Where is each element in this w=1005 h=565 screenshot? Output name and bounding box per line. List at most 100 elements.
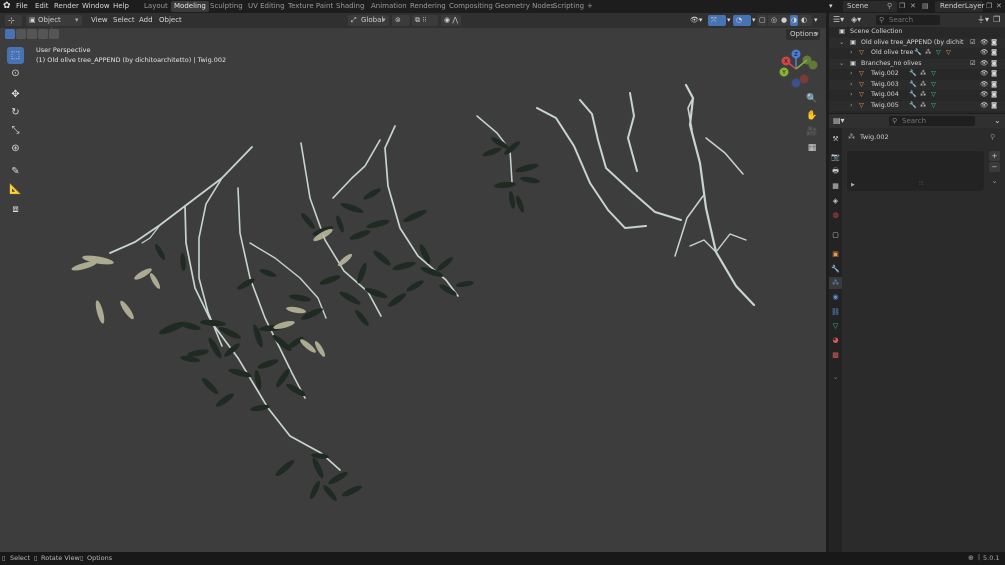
remove-particle-system-button[interactable]: −	[989, 162, 1000, 172]
outliner-row-twig-004[interactable]: › ▽ Twig.004 🔧 ⁂ ▽ 👁 ◙	[829, 90, 1005, 101]
eye-icon[interactable]: 👁	[980, 59, 988, 70]
tab-geometry-nodes[interactable]: Geometry Nodes	[492, 1, 557, 12]
filter-icon[interactable]: ⏚▾	[977, 15, 989, 25]
checkbox-icon[interactable]: ☑	[970, 59, 976, 70]
chevron-down-icon[interactable]: ▾	[727, 15, 731, 26]
material-shading-icon[interactable]: ◑	[790, 15, 799, 26]
editor-type-button[interactable]: ⊹	[5, 15, 22, 26]
delete-scene-icon[interactable]: ✕	[910, 1, 916, 12]
tab-compositing[interactable]: Compositing	[446, 1, 496, 12]
camera-icon[interactable]: ◙	[991, 59, 997, 70]
pivot-point-button[interactable]: ⊚	[392, 15, 410, 26]
view-layer-icon[interactable]: ▤	[922, 1, 929, 12]
chevron-right-icon[interactable]: ›	[850, 69, 853, 80]
texture-tab-icon[interactable]: ▩	[829, 349, 842, 361]
overlay-toggle[interactable]: ◔	[733, 15, 751, 26]
menu-help[interactable]: Help	[113, 1, 129, 12]
menu-edit[interactable]: Edit	[35, 1, 49, 12]
material-tab-icon[interactable]: ◕	[829, 334, 842, 346]
menu-select[interactable]: Select	[113, 15, 135, 26]
camera-icon[interactable]: ◙	[991, 69, 997, 80]
visibility-icon[interactable]: 👁▾	[690, 15, 702, 26]
physics-tab-icon[interactable]: ◉	[829, 291, 842, 303]
output-tab-icon[interactable]: 🖶	[829, 166, 842, 178]
camera-icon[interactable]: ◙	[991, 80, 997, 91]
list-options-button[interactable]: ⌄	[989, 176, 1000, 186]
proportional-editing-toggle[interactable]: ◉ ⋀	[441, 15, 461, 26]
gizmo-toggle[interactable]: ⤧	[708, 15, 726, 26]
eye-icon[interactable]: 👁	[980, 48, 988, 59]
tab-layout[interactable]: Layout	[141, 1, 171, 12]
scene-tab-icon[interactable]: ◈	[829, 195, 842, 207]
wireframe-shading-icon[interactable]: ◎	[771, 15, 777, 26]
camera-icon[interactable]: ◙	[991, 48, 997, 59]
pin-icon[interactable]: ⚲	[990, 133, 995, 141]
chevron-right-icon[interactable]: ›	[850, 48, 853, 59]
modifiers-tab-icon[interactable]: 🔧	[829, 263, 842, 275]
rendered-shading-icon[interactable]: ◐	[801, 15, 807, 26]
camera-icon[interactable]: ◙	[991, 38, 997, 49]
eye-icon[interactable]: 👁	[980, 90, 988, 101]
view-layer-tab-icon[interactable]: ▦	[829, 180, 842, 192]
solid-shading-icon[interactable]: ●	[781, 15, 787, 26]
collection-tab-icon[interactable]: ▢	[829, 229, 842, 241]
outliner-row-twig-005[interactable]: › ▽ Twig.005 🔧 ⁂ ▽ 👁 ◙	[829, 100, 1005, 112]
data-tab-icon[interactable]: ▽	[829, 320, 842, 332]
camera-icon[interactable]: ◙	[991, 90, 997, 101]
outliner-search-input[interactable]: ⚲ Search	[876, 15, 940, 25]
tab-sculpting[interactable]: Sculpting	[207, 1, 246, 12]
particles-tab-icon[interactable]: ⁂	[829, 277, 842, 289]
outliner-row-old-olive-tree[interactable]: › ▽ Old olive tree 🔧 ⁂ ▽ ▽ 👁 ◙	[829, 48, 1005, 59]
outliner-row-branches-no-olives[interactable]: ⌄ ▣ Branches_no olives ☑ 👁 ◙	[829, 58, 1005, 70]
display-mode-icon[interactable]: ◈▾	[851, 15, 861, 25]
chevron-right-icon[interactable]: ›	[850, 90, 853, 101]
tab-modeling[interactable]: Modeling	[171, 1, 209, 12]
chevron-down-icon[interactable]: ⌄	[839, 59, 844, 70]
constraints-tab-icon[interactable]: ⛓	[829, 306, 842, 318]
tab-uv-editing[interactable]: UV Editing	[245, 1, 288, 12]
mode-selector[interactable]: ▣ Object Mode ▾	[26, 15, 82, 35]
outliner-row-twig-003[interactable]: › ▽ Twig.003 🔧 ⁂ ▽ 👁 ◙	[829, 79, 1005, 91]
tab-scripting[interactable]: Scripting	[550, 1, 587, 12]
view-layer-selector[interactable]: RenderLayer	[935, 1, 984, 12]
object-tab-icon[interactable]: ▣	[829, 248, 842, 260]
eye-icon[interactable]: 👁	[980, 101, 988, 112]
chevron-down-icon[interactable]: ⌄	[829, 371, 842, 383]
chevron-right-icon[interactable]: ›	[850, 101, 853, 112]
menu-file[interactable]: File	[16, 1, 28, 12]
scene-selector[interactable]: Scene ⚲	[843, 1, 897, 12]
menu-render[interactable]: Render	[54, 1, 79, 12]
new-collection-icon[interactable]: ❐	[993, 15, 1000, 25]
outliner-row-old-olive-tree-append[interactable]: ⌄ ▣ Old olive tree_APPEND (by dichit ☑ 👁…	[829, 37, 1005, 49]
checkbox-icon[interactable]: ☑	[970, 38, 976, 49]
outliner-row-twig-002[interactable]: › ▽ Twig.002 🔧 ⁂ ▽ 👁 ◙	[829, 69, 1005, 80]
pin-icon[interactable]: ⚲	[887, 1, 892, 12]
xray-toggle[interactable]: ▢	[757, 15, 767, 26]
duplicate-view-layer-icon[interactable]: ❐	[986, 1, 992, 12]
eye-icon[interactable]: 👁	[980, 38, 988, 49]
3d-viewport[interactable]: User Perspective (1) Old olive tree_APPE…	[0, 28, 826, 552]
tool-tab-icon[interactable]: ⚒	[829, 133, 842, 145]
particle-system-list[interactable]: ▶ ⁝⁝⁝	[847, 151, 984, 191]
snap-toggle[interactable]: ⧉ ⁝⁝	[412, 15, 438, 26]
tab-shading[interactable]: Shading	[333, 1, 367, 12]
properties-search-input[interactable]: ⚲ Search	[889, 116, 975, 126]
blender-logo-icon[interactable]: ✿	[3, 1, 13, 12]
outliner-editor-type-icon[interactable]: ☰▾	[833, 15, 844, 25]
add-particle-system-button[interactable]: +	[989, 151, 1000, 161]
chevron-down-icon[interactable]: ⌄	[994, 116, 1001, 126]
camera-icon[interactable]: ◙	[991, 101, 997, 112]
chevron-down-icon[interactable]: ⌄	[839, 38, 844, 49]
resize-handle-icon[interactable]: ⁝⁝⁝	[919, 181, 924, 187]
tab-texture-paint[interactable]: Texture Paint	[285, 1, 336, 12]
scene-icon[interactable]: ▾	[829, 1, 841, 12]
outliner-row-scene-collection[interactable]: ▣ Scene Collection	[829, 27, 1005, 38]
render-tab-icon[interactable]: 📷	[829, 151, 842, 163]
world-tab-icon[interactable]: ◍	[829, 209, 842, 221]
eye-icon[interactable]: 👁	[980, 69, 988, 80]
chevron-down-icon[interactable]: ▾	[752, 15, 756, 26]
duplicate-scene-icon[interactable]: ❐	[899, 1, 905, 12]
properties-editor-type-icon[interactable]: ▤▾	[833, 116, 845, 126]
delete-view-layer-icon[interactable]: ✕	[996, 1, 1002, 12]
menu-add[interactable]: Add	[139, 15, 153, 26]
